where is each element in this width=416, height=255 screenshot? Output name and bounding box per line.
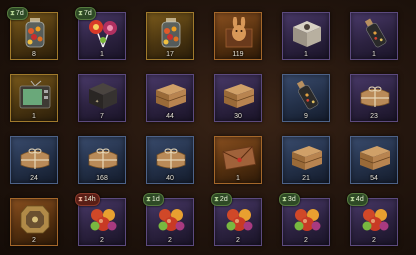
timer-text: 1d <box>151 196 160 203</box>
item-count: 44 <box>166 113 174 120</box>
item-count: 1 <box>32 113 36 120</box>
dark-crate-icon: ✦ <box>85 79 121 111</box>
wooden-crate-icon <box>221 79 257 111</box>
inventory-slot[interactable]: 2 ⧗ 3d <box>279 193 330 246</box>
item-count: 21 <box>302 175 310 182</box>
item-count: 24 <box>30 175 38 182</box>
item-count: 2 <box>168 237 172 244</box>
hourglass-icon: ⧗ <box>282 196 287 203</box>
item-count: 2 <box>100 237 104 244</box>
inventory-slot[interactable]: 1 <box>10 74 58 122</box>
timer-text: 14h <box>83 196 96 203</box>
inventory-slot[interactable]: 119 <box>214 12 262 60</box>
candies-icon <box>357 203 393 235</box>
inventory-slot[interactable]: 8 ⧗ 7d <box>7 7 58 60</box>
candy-jar-icon <box>153 17 189 49</box>
inventory-slot[interactable]: 168 <box>78 136 126 184</box>
timer-badge: ⧗ 3d <box>279 193 300 206</box>
inventory-slot[interactable]: ✦ 7 <box>78 74 126 122</box>
item-count: 2 <box>372 237 376 244</box>
item-count: 17 <box>166 51 174 58</box>
timer-text: 7d <box>83 10 92 17</box>
timer-badge: ⧗ 7d <box>75 7 96 20</box>
wooden-crate-icon <box>357 141 393 173</box>
timer-badge: ⧗ 14h <box>75 193 100 206</box>
timer-badge: ⧗ 7d <box>7 7 28 20</box>
inventory-slot[interactable]: 21 <box>282 136 330 184</box>
inventory-slot[interactable]: 1 ⧗ 7d <box>75 7 126 60</box>
inventory-grid: 8 ⧗ 7d 1 ⧗ 7d 17 119 1 1 1 ✦ 7 44 30 9 2… <box>0 0 416 255</box>
item-count: 2 <box>236 237 240 244</box>
item-count: 119 <box>232 51 244 58</box>
parcel-icon <box>17 141 53 173</box>
open-box-icon <box>289 17 325 49</box>
item-count: 2 <box>32 237 36 244</box>
inventory-slot[interactable]: 2 ⧗ 1d <box>143 193 194 246</box>
hourglass-icon: ⧗ <box>78 10 83 17</box>
inventory-slot[interactable]: 2 ⧗ 2d <box>211 193 262 246</box>
parcel-icon <box>153 141 189 173</box>
bunny-box-icon <box>221 16 257 49</box>
item-count: 1 <box>304 51 308 58</box>
svg-text:✦: ✦ <box>95 99 99 105</box>
inventory-slot[interactable]: 1 <box>350 12 398 60</box>
candies-icon <box>289 203 325 235</box>
inventory-slot[interactable]: 2 ⧗ 14h <box>75 193 126 246</box>
inventory-slot[interactable]: 2 <box>10 198 58 246</box>
parcel-icon <box>85 141 121 173</box>
hourglass-icon: ⧗ <box>10 10 15 17</box>
item-count: 2 <box>304 237 308 244</box>
timer-text: 7d <box>15 10 24 17</box>
item-count: 1 <box>372 51 376 58</box>
timer-text: 4d <box>355 196 364 203</box>
hourglass-icon: ⧗ <box>146 196 151 203</box>
wooden-crate-icon <box>153 79 189 111</box>
inventory-slot[interactable]: 1 <box>214 136 262 184</box>
inventory-slot[interactable]: 9 <box>282 74 330 122</box>
inventory-slot[interactable]: 44 <box>146 74 194 122</box>
candies-icon <box>153 203 189 235</box>
inventory-slot[interactable]: 40 <box>146 136 194 184</box>
item-count: 8 <box>32 51 36 58</box>
item-count: 30 <box>234 113 242 120</box>
candy-jar-icon <box>17 17 53 49</box>
timer-text: 3d <box>287 196 296 203</box>
inventory-slot[interactable]: 54 <box>350 136 398 184</box>
item-count: 1 <box>236 175 240 182</box>
timer-text: 2d <box>219 196 228 203</box>
inventory-slot[interactable]: 23 <box>350 74 398 122</box>
item-count: 168 <box>96 175 108 182</box>
timer-badge: ⧗ 2d <box>211 193 232 206</box>
item-count: 54 <box>370 175 378 182</box>
inventory-slot[interactable]: 24 <box>10 136 58 184</box>
hourglass-icon: ⧗ <box>78 196 83 203</box>
item-count: 23 <box>370 113 378 120</box>
timer-badge: ⧗ 1d <box>143 193 164 206</box>
hourglass-icon: ⧗ <box>350 196 355 203</box>
wooden-crate-icon <box>289 141 325 173</box>
item-count: 9 <box>304 113 308 120</box>
parcel-icon <box>357 79 393 111</box>
item-count: 7 <box>100 113 104 120</box>
bottle-icon <box>357 17 393 49</box>
lollipop-icon <box>85 17 121 49</box>
candies-icon <box>221 203 257 235</box>
envelope-icon <box>221 141 257 173</box>
candies-icon <box>85 203 121 235</box>
item-count: 40 <box>166 175 174 182</box>
inventory-slot[interactable]: 1 <box>282 12 330 60</box>
bottle-icon <box>289 79 325 111</box>
item-count: 1 <box>100 51 104 58</box>
ornate-box-icon <box>17 203 53 235</box>
hourglass-icon: ⧗ <box>214 196 219 203</box>
inventory-slot[interactable]: 30 <box>214 74 262 122</box>
inventory-slot[interactable]: 2 ⧗ 4d <box>347 193 398 246</box>
tv-icon <box>17 79 53 111</box>
timer-badge: ⧗ 4d <box>347 193 368 206</box>
inventory-slot[interactable]: 17 <box>146 12 194 60</box>
